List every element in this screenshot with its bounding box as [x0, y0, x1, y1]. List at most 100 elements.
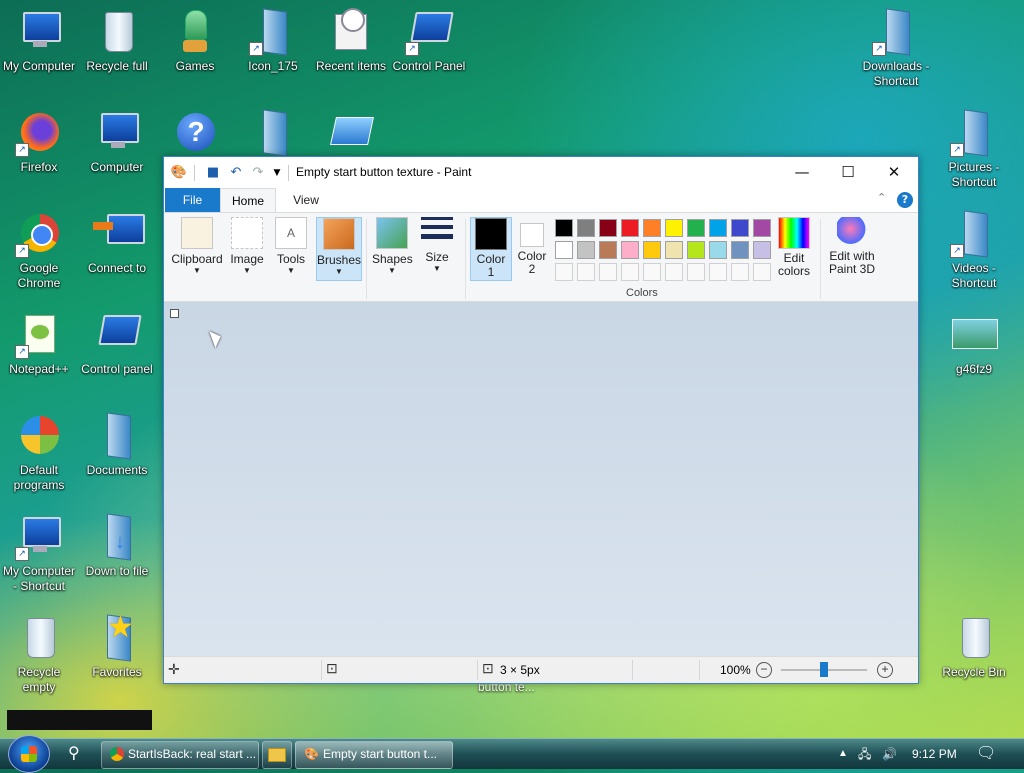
- palette-swatch-empty[interactable]: [621, 263, 639, 281]
- desktop-icon-google-chrome[interactable]: ↗ Google Chrome: [0, 210, 78, 291]
- palette-swatch-empty[interactable]: [687, 263, 705, 281]
- desktop-icon-icon-175[interactable]: ↗ Icon_175: [234, 8, 312, 74]
- zoom-out-icon[interactable]: −: [756, 662, 772, 678]
- taskbar-chrome[interactable]: StartIsBack: real start ...: [101, 741, 259, 769]
- desktop-icon-window[interactable]: [312, 109, 390, 160]
- desktop-icon-firefox[interactable]: ↗ Firefox: [0, 109, 78, 175]
- palette-swatch[interactable]: [643, 219, 661, 237]
- taskbar-file-explorer[interactable]: [262, 741, 292, 769]
- undo-icon[interactable]: ↶: [227, 164, 245, 182]
- tab-home[interactable]: Home: [220, 188, 276, 212]
- paint-app-icon[interactable]: 🎨: [170, 164, 188, 182]
- palette-swatch[interactable]: [687, 219, 705, 237]
- volume-icon[interactable]: 🔊: [882, 739, 897, 769]
- desktop-icon-recent-items[interactable]: Recent items: [312, 8, 390, 74]
- desktop-icon-connect-to[interactable]: Connect to: [78, 210, 156, 276]
- collapse-ribbon-icon[interactable]: ⌃: [877, 191, 886, 204]
- desktop-icon-pictures-shortcut[interactable]: ↗ Pictures - Shortcut: [935, 109, 1013, 190]
- palette-swatch[interactable]: [599, 241, 617, 259]
- black-bar: [7, 710, 152, 730]
- palette-swatch[interactable]: [577, 219, 595, 237]
- desktop-icon-games[interactable]: Games: [156, 8, 234, 74]
- desktop-icon-videos-shortcut[interactable]: ↗ Videos - Shortcut: [935, 210, 1013, 291]
- palette-swatch[interactable]: [709, 219, 727, 237]
- palette-swatch[interactable]: [621, 219, 639, 237]
- tab-file[interactable]: File: [165, 188, 220, 212]
- desktop-icon-downloads-shortcut[interactable]: ↗ Downloads - Shortcut: [857, 8, 935, 89]
- taskbar-paint[interactable]: 🎨 Empty start button t...: [295, 741, 453, 769]
- network-icon[interactable]: 🖧: [858, 739, 871, 769]
- palette-swatch[interactable]: [753, 241, 771, 259]
- canvas-resize-handle[interactable]: [170, 309, 179, 318]
- minimize-button[interactable]: —: [779, 157, 825, 188]
- maximize-button[interactable]: ☐: [825, 157, 871, 188]
- palette-swatch[interactable]: [555, 219, 573, 237]
- palette-swatch[interactable]: [665, 241, 683, 259]
- edit-colors-icon: [778, 217, 810, 249]
- palette-swatch-empty[interactable]: [599, 263, 617, 281]
- palette-swatch[interactable]: [709, 241, 727, 259]
- search-icon[interactable]: ⚲: [68, 743, 80, 762]
- desktop-icon-my-computer[interactable]: My Computer: [0, 8, 78, 74]
- color2-button[interactable]: Color 2: [514, 217, 550, 276]
- canvas-area[interactable]: [164, 302, 918, 656]
- palette-swatch[interactable]: [621, 241, 639, 259]
- image-size-icon: ⊡: [482, 660, 494, 676]
- edit-colors-button[interactable]: Edit colors: [774, 217, 814, 278]
- palette-swatch[interactable]: [731, 241, 749, 259]
- palette-swatch[interactable]: [731, 219, 749, 237]
- palette-swatch[interactable]: [599, 219, 617, 237]
- desktop-icon-help[interactable]: ?: [156, 109, 234, 160]
- customize-qat-icon[interactable]: ▼: [268, 164, 286, 182]
- palette-swatch-empty[interactable]: [555, 263, 573, 281]
- chrome-icon: ↗: [15, 210, 63, 258]
- palette-swatch[interactable]: [643, 241, 661, 259]
- desktop-icon-g46fz9[interactable]: g46fz9: [935, 311, 1013, 377]
- tools-button[interactable]: A Tools ▼: [272, 217, 310, 275]
- desktop-icon-down-to-file[interactable]: ↓ Down to file: [78, 513, 156, 579]
- palette-swatch[interactable]: [665, 219, 683, 237]
- edit-with-paint3d-button[interactable]: Edit with Paint 3D: [825, 217, 879, 276]
- desktop-icon-documents[interactable]: Documents: [78, 412, 156, 478]
- palette-swatch[interactable]: [555, 241, 573, 259]
- desktop-icon-recycle-bin[interactable]: Recycle Bin: [935, 614, 1013, 680]
- palette-swatch-empty[interactable]: [643, 263, 661, 281]
- brushes-button[interactable]: Brushes ▼: [316, 217, 362, 281]
- window-icon: [327, 109, 375, 157]
- desktop-icon-control-panel[interactable]: ↗ Control Panel: [390, 8, 468, 74]
- desktop-icon-favorites[interactable]: ★ Favorites: [78, 613, 156, 680]
- desktop-icon-control-panel-2[interactable]: Control panel: [78, 311, 156, 377]
- desktop-icon-recycle-full[interactable]: Recycle full: [78, 8, 156, 74]
- show-hidden-icons[interactable]: ▲: [838, 739, 848, 769]
- zoom-slider-thumb[interactable]: [820, 662, 828, 677]
- palette-swatch[interactable]: [753, 219, 771, 237]
- palette-swatch-empty[interactable]: [665, 263, 683, 281]
- tab-view[interactable]: View: [278, 188, 334, 212]
- close-button[interactable]: ✕: [871, 157, 917, 188]
- palette-swatch-empty[interactable]: [709, 263, 727, 281]
- start-button[interactable]: [8, 735, 50, 773]
- desktop-icon-games-folder[interactable]: [234, 109, 312, 160]
- clock[interactable]: 9:12 PM: [912, 739, 957, 769]
- notifications-icon[interactable]: 🗨: [976, 739, 996, 769]
- redo-icon[interactable]: ↷: [249, 164, 267, 182]
- size-button[interactable]: Size ▼: [419, 217, 455, 273]
- palette-swatch-empty[interactable]: [753, 263, 771, 281]
- desktop-icon-recycle-empty[interactable]: Recycle empty: [0, 614, 78, 695]
- desktop-icon-my-computer-shortcut[interactable]: ↗ My Computer - Shortcut: [0, 513, 78, 594]
- desktop-icon-notepad-plus-plus[interactable]: ↗ Notepad++: [0, 311, 78, 377]
- shapes-button[interactable]: Shapes ▼: [372, 217, 413, 275]
- image-button[interactable]: Image ▼: [228, 217, 266, 275]
- color1-button[interactable]: Color 1: [470, 217, 512, 281]
- palette-swatch-empty[interactable]: [731, 263, 749, 281]
- chevron-down-icon: ▼: [243, 266, 251, 275]
- palette-swatch-empty[interactable]: [577, 263, 595, 281]
- desktop-icon-computer[interactable]: Computer: [78, 109, 156, 175]
- palette-swatch[interactable]: [687, 241, 705, 259]
- palette-swatch[interactable]: [577, 241, 595, 259]
- clipboard-button[interactable]: Clipboard ▼: [169, 217, 225, 275]
- zoom-in-icon[interactable]: +: [877, 662, 893, 678]
- desktop-icon-default-programs[interactable]: Default programs: [0, 412, 78, 493]
- help-icon[interactable]: ?: [897, 192, 913, 208]
- save-icon[interactable]: ■: [204, 164, 222, 182]
